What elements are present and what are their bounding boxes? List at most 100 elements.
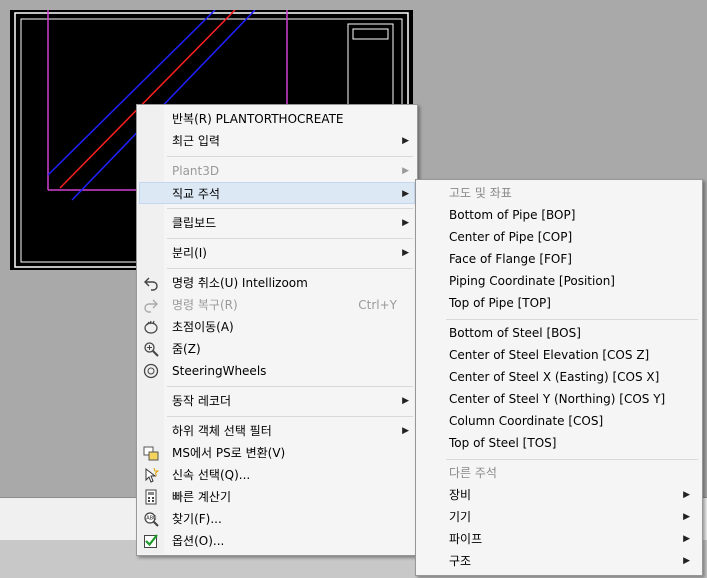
menu-item-ms-to-ps[interactable]: MS에서 PS로 변환(V): [139, 442, 415, 464]
submenu-arrow-icon: ▶: [402, 426, 409, 436]
submenu-item-label: 장비: [449, 488, 472, 502]
menu-item-label: 신속 선택(Q)...: [172, 468, 251, 482]
submenu-item-label: Bottom of Pipe [BOP]: [449, 208, 576, 222]
menu-item-action-recorder[interactable]: 동작 레코더 ▶: [139, 390, 415, 412]
menu-separator: [167, 268, 413, 269]
submenu-item-cos-y[interactable]: Center of Steel Y (Northing) [COS Y]: [418, 388, 700, 410]
menu-item-ortho-annotation[interactable]: 직교 주석 ▶: [139, 182, 415, 204]
submenu-arrow-icon: ▶: [402, 248, 409, 258]
menu-item-recent-input[interactable]: 최근 입력 ▶: [139, 130, 415, 152]
submenu-item-structure[interactable]: 구조 ▶: [418, 550, 700, 572]
submenu-arrow-icon: ▶: [402, 189, 409, 199]
menu-item-undo[interactable]: 명령 취소(U) Intellizoom: [139, 272, 415, 294]
ortho-annotation-submenu: 고도 및 좌표 Bottom of Pipe [BOP] Center of P…: [415, 179, 703, 576]
menu-item-pan[interactable]: 초점이동(A): [139, 316, 415, 338]
context-menu: 반복(R) PLANTORTHOCREATE 최근 입력 ▶ Plant3D ▶…: [136, 104, 418, 556]
menu-item-label: 반복(R) PLANTORTHOCREATE: [172, 112, 344, 126]
menu-item-label: 클립보드: [172, 216, 217, 230]
menu-separator: [167, 416, 413, 417]
submenu-item-fof[interactable]: Face of Flange [FOF]: [418, 248, 700, 270]
submenu-arrow-icon: ▶: [402, 136, 409, 146]
menu-item-options[interactable]: 옵션(O)...: [139, 530, 415, 552]
menu-separator: [167, 156, 413, 157]
find-replace-icon: ABC: [144, 512, 159, 527]
menu-item-label: 명령 복구(R): [172, 298, 238, 312]
submenu-item-instrument[interactable]: 기기 ▶: [418, 506, 700, 528]
menu-separator: [167, 208, 413, 209]
submenu-item-cos-z[interactable]: Center of Steel Elevation [COS Z]: [418, 344, 700, 366]
submenu-item-cos-x[interactable]: Center of Steel X (Easting) [COS X]: [418, 366, 700, 388]
submenu-arrow-icon: ▶: [683, 556, 690, 566]
menu-item-clipboard[interactable]: 클립보드 ▶: [139, 212, 415, 234]
menu-item-label: 직교 주석: [172, 187, 220, 201]
submenu-item-label: Center of Steel Elevation [COS Z]: [449, 348, 650, 362]
submenu-item-pipe[interactable]: 파이프 ▶: [418, 528, 700, 550]
menu-item-label: 동작 레코더: [172, 394, 232, 408]
submenu-header-other: 다른 주석: [449, 466, 497, 480]
menu-item-label: 하위 객체 선택 필터: [172, 424, 272, 438]
menu-item-redo[interactable]: 명령 복구(R) Ctrl+Y: [139, 294, 415, 316]
submenu-item-label: Face of Flange [FOF]: [449, 252, 572, 266]
submenu-arrow-icon: ▶: [402, 218, 409, 228]
submenu-item-label: Column Coordinate [COS]: [449, 414, 604, 428]
submenu-item-label: Top of Pipe [TOP]: [449, 296, 551, 310]
change-space-icon: [143, 446, 159, 461]
submenu-item-label: 기기: [449, 510, 472, 524]
submenu-arrow-icon: ▶: [683, 534, 690, 544]
menu-item-repeat[interactable]: 반복(R) PLANTORTHOCREATE: [139, 108, 415, 130]
menu-separator: [167, 238, 413, 239]
menu-item-quick-select[interactable]: 신속 선택(Q)...: [139, 464, 415, 486]
submenu-arrow-icon: ▶: [683, 512, 690, 522]
redo-icon: [144, 299, 158, 313]
zoom-icon: [144, 342, 159, 357]
submenu-item-label: 파이프: [449, 532, 483, 546]
submenu-item-label: Top of Steel [TOS]: [449, 436, 557, 450]
menu-item-label: SteeringWheels: [172, 364, 267, 378]
quick-select-icon: [145, 467, 159, 483]
menu-item-label: Plant3D: [172, 164, 220, 178]
svg-text:ABC: ABC: [146, 516, 157, 522]
submenu-item-tos[interactable]: Top of Steel [TOS]: [418, 432, 700, 454]
menu-item-find[interactable]: ABC 찾기(F)...: [139, 508, 415, 530]
submenu-header-elevation: 고도 및 좌표: [449, 186, 512, 200]
submenu-arrow-icon: ▶: [683, 490, 690, 500]
menu-item-label: 옵션(O)...: [172, 534, 225, 548]
menu-item-zoom[interactable]: 줌(Z): [139, 338, 415, 360]
menu-separator: [446, 319, 698, 320]
menu-item-plant3d[interactable]: Plant3D ▶: [139, 160, 415, 182]
submenu-item-piping-coordinate[interactable]: Piping Coordinate [Position]: [418, 270, 700, 292]
steering-wheel-icon: [143, 363, 159, 379]
submenu-item-label: Center of Steel Y (Northing) [COS Y]: [449, 392, 666, 406]
menu-item-label: MS에서 PS로 변환(V): [172, 446, 286, 460]
menu-separator: [446, 459, 698, 460]
menu-item-label: 명령 취소(U) Intellizoom: [172, 276, 308, 290]
submenu-arrow-icon: ▶: [402, 396, 409, 406]
menu-item-quickcalc[interactable]: 빠른 계산기: [139, 486, 415, 508]
undo-icon: [144, 277, 158, 291]
menu-item-shortcut: Ctrl+Y: [358, 298, 397, 312]
menu-item-label: 분리(I): [172, 246, 207, 260]
menu-item-label: 최근 입력: [172, 134, 220, 148]
menu-item-label: 찾기(F)...: [172, 512, 222, 526]
submenu-item-equipment[interactable]: 장비 ▶: [418, 484, 700, 506]
menu-separator: [167, 386, 413, 387]
menu-item-label: 초점이동(A): [172, 320, 234, 334]
menu-item-isolate[interactable]: 분리(I) ▶: [139, 242, 415, 264]
menu-item-label: 줌(Z): [172, 342, 201, 356]
options-checkbox-icon: [144, 534, 158, 548]
menu-item-label: 빠른 계산기: [172, 490, 232, 504]
calculator-icon: [145, 489, 157, 505]
submenu-item-label: Piping Coordinate [Position]: [449, 274, 615, 288]
submenu-item-cop[interactable]: Center of Pipe [COP]: [418, 226, 700, 248]
pan-hand-icon: [144, 320, 158, 334]
submenu-item-label: Center of Steel X (Easting) [COS X]: [449, 370, 660, 384]
submenu-item-label: Bottom of Steel [BOS]: [449, 326, 581, 340]
menu-item-steeringwheels[interactable]: SteeringWheels: [139, 360, 415, 382]
menu-item-subobject-filter[interactable]: 하위 객체 선택 필터 ▶: [139, 420, 415, 442]
submenu-item-column-coordinate[interactable]: Column Coordinate [COS]: [418, 410, 700, 432]
submenu-item-bop[interactable]: Bottom of Pipe [BOP]: [418, 204, 700, 226]
submenu-arrow-icon: ▶: [402, 166, 409, 176]
submenu-item-bos[interactable]: Bottom of Steel [BOS]: [418, 322, 700, 344]
submenu-item-label: 구조: [449, 554, 472, 568]
submenu-item-top[interactable]: Top of Pipe [TOP]: [418, 292, 700, 314]
